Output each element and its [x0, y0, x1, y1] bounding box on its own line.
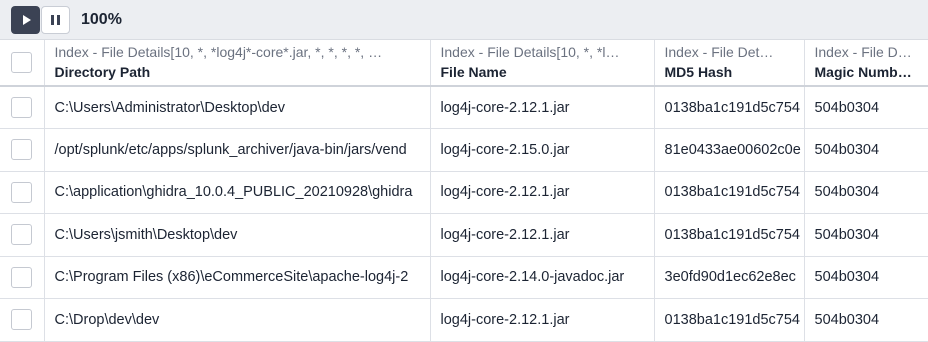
row-checkbox[interactable] [11, 97, 33, 118]
file-name-cell: log4j-core-2.15.0.jar [430, 128, 655, 172]
column-group-label: Index - File Details[10, *, *log4j*-core… [54, 44, 383, 60]
column-group-label: Index - File Det… [814, 44, 918, 60]
table-row[interactable]: C:\Program Files (x86)\eCommerceSite\apa… [0, 256, 928, 299]
md5-hash-cell: 0138ba1c191d5c754 [654, 298, 805, 342]
play-icon [22, 14, 31, 25]
magic-number-cell: 504b0304 [804, 298, 928, 342]
row-checkbox[interactable] [11, 181, 33, 203]
column-header-magic-number[interactable]: Index - File Det… Magic Number … [804, 40, 928, 87]
toolbar: 100% [0, 0, 928, 40]
select-all-cell [0, 40, 45, 87]
results-table: Index - File Details[10, *, *log4j*-core… [0, 40, 928, 342]
row-select-cell [0, 171, 45, 214]
results-grid: Index - File Details[10, *, *log4j*-core… [0, 40, 928, 342]
directory-path-cell: C:\Users\jsmith\Desktop\dev [44, 213, 431, 257]
md5-hash-cell: 0138ba1c191d5c754 [654, 171, 805, 214]
md5-hash-cell: 0138ba1c191d5c754 [654, 213, 805, 257]
file-name-cell: log4j-core-2.14.0-javadoc.jar [430, 256, 655, 299]
directory-path-cell: C:\Program Files (x86)\eCommerceSite\apa… [44, 256, 431, 299]
column-title: Directory Path [54, 64, 151, 80]
file-name-cell: log4j-core-2.12.1.jar [430, 86, 655, 129]
row-checkbox[interactable] [11, 266, 33, 288]
magic-number-cell: 504b0304 [804, 128, 928, 172]
md5-hash-cell: 0138ba1c191d5c754 [654, 86, 805, 129]
table-row[interactable]: C:\application\ghidra_10.0.4_PUBLIC_2021… [0, 171, 928, 214]
column-header-directory-path[interactable]: Index - File Details[10, *, *log4j*-core… [44, 40, 431, 87]
row-select-cell [0, 298, 45, 342]
file-name-cell: log4j-core-2.12.1.jar [430, 298, 655, 342]
md5-hash-cell: 3e0fd90d1ec62e8ec [654, 256, 805, 299]
file-name-cell: log4j-core-2.12.1.jar [430, 213, 655, 257]
play-button[interactable] [11, 5, 40, 34]
row-select-cell [0, 128, 45, 172]
directory-path-cell: C:\application\ghidra_10.0.4_PUBLIC_2021… [44, 171, 431, 214]
column-title: File Name [440, 64, 507, 80]
table-row[interactable]: C:\Drop\dev\dev log4j-core-2.12.1.jar 01… [0, 298, 928, 342]
directory-path-cell: C:\Drop\dev\dev [44, 298, 431, 342]
select-all-checkbox[interactable] [11, 52, 33, 73]
column-title: MD5 Hash [664, 64, 733, 80]
file-name-cell: log4j-core-2.12.1.jar [430, 171, 655, 214]
header-row: Index - File Details[10, *, *log4j*-core… [0, 40, 928, 87]
table-row[interactable]: /opt/splunk/etc/apps/splunk_archiver/jav… [0, 128, 928, 172]
directory-path-cell: /opt/splunk/etc/apps/splunk_archiver/jav… [44, 128, 431, 172]
magic-number-cell: 504b0304 [804, 256, 928, 299]
column-header-md5-hash[interactable]: Index - File Det… MD5 Hash [654, 40, 805, 87]
column-title: Magic Number … [814, 64, 918, 80]
row-select-cell [0, 213, 45, 257]
magic-number-cell: 504b0304 [804, 213, 928, 257]
row-checkbox[interactable] [11, 224, 33, 246]
magic-number-cell: 504b0304 [804, 171, 928, 214]
table-row[interactable]: C:\Users\jsmith\Desktop\dev log4j-core-2… [0, 213, 928, 257]
table-row[interactable]: C:\Users\Administrator\Desktop\dev log4j… [0, 86, 928, 129]
md5-hash-cell: 81e0433ae00602c0e [654, 128, 805, 172]
pause-button[interactable] [41, 5, 70, 34]
zoom-level: 100% [81, 10, 122, 28]
row-checkbox[interactable] [11, 309, 33, 331]
row-select-cell [0, 256, 45, 299]
directory-path-cell: C:\Users\Administrator\Desktop\dev [44, 86, 431, 129]
row-select-cell [0, 86, 45, 129]
magic-number-cell: 504b0304 [804, 86, 928, 129]
column-group-label: Index - File Details[10, *, *l… [440, 44, 620, 60]
pause-icon [51, 14, 60, 25]
column-header-file-name[interactable]: Index - File Details[10, *, *l… File Nam… [430, 40, 655, 87]
row-checkbox[interactable] [11, 139, 33, 161]
column-group-label: Index - File Det… [664, 44, 774, 60]
